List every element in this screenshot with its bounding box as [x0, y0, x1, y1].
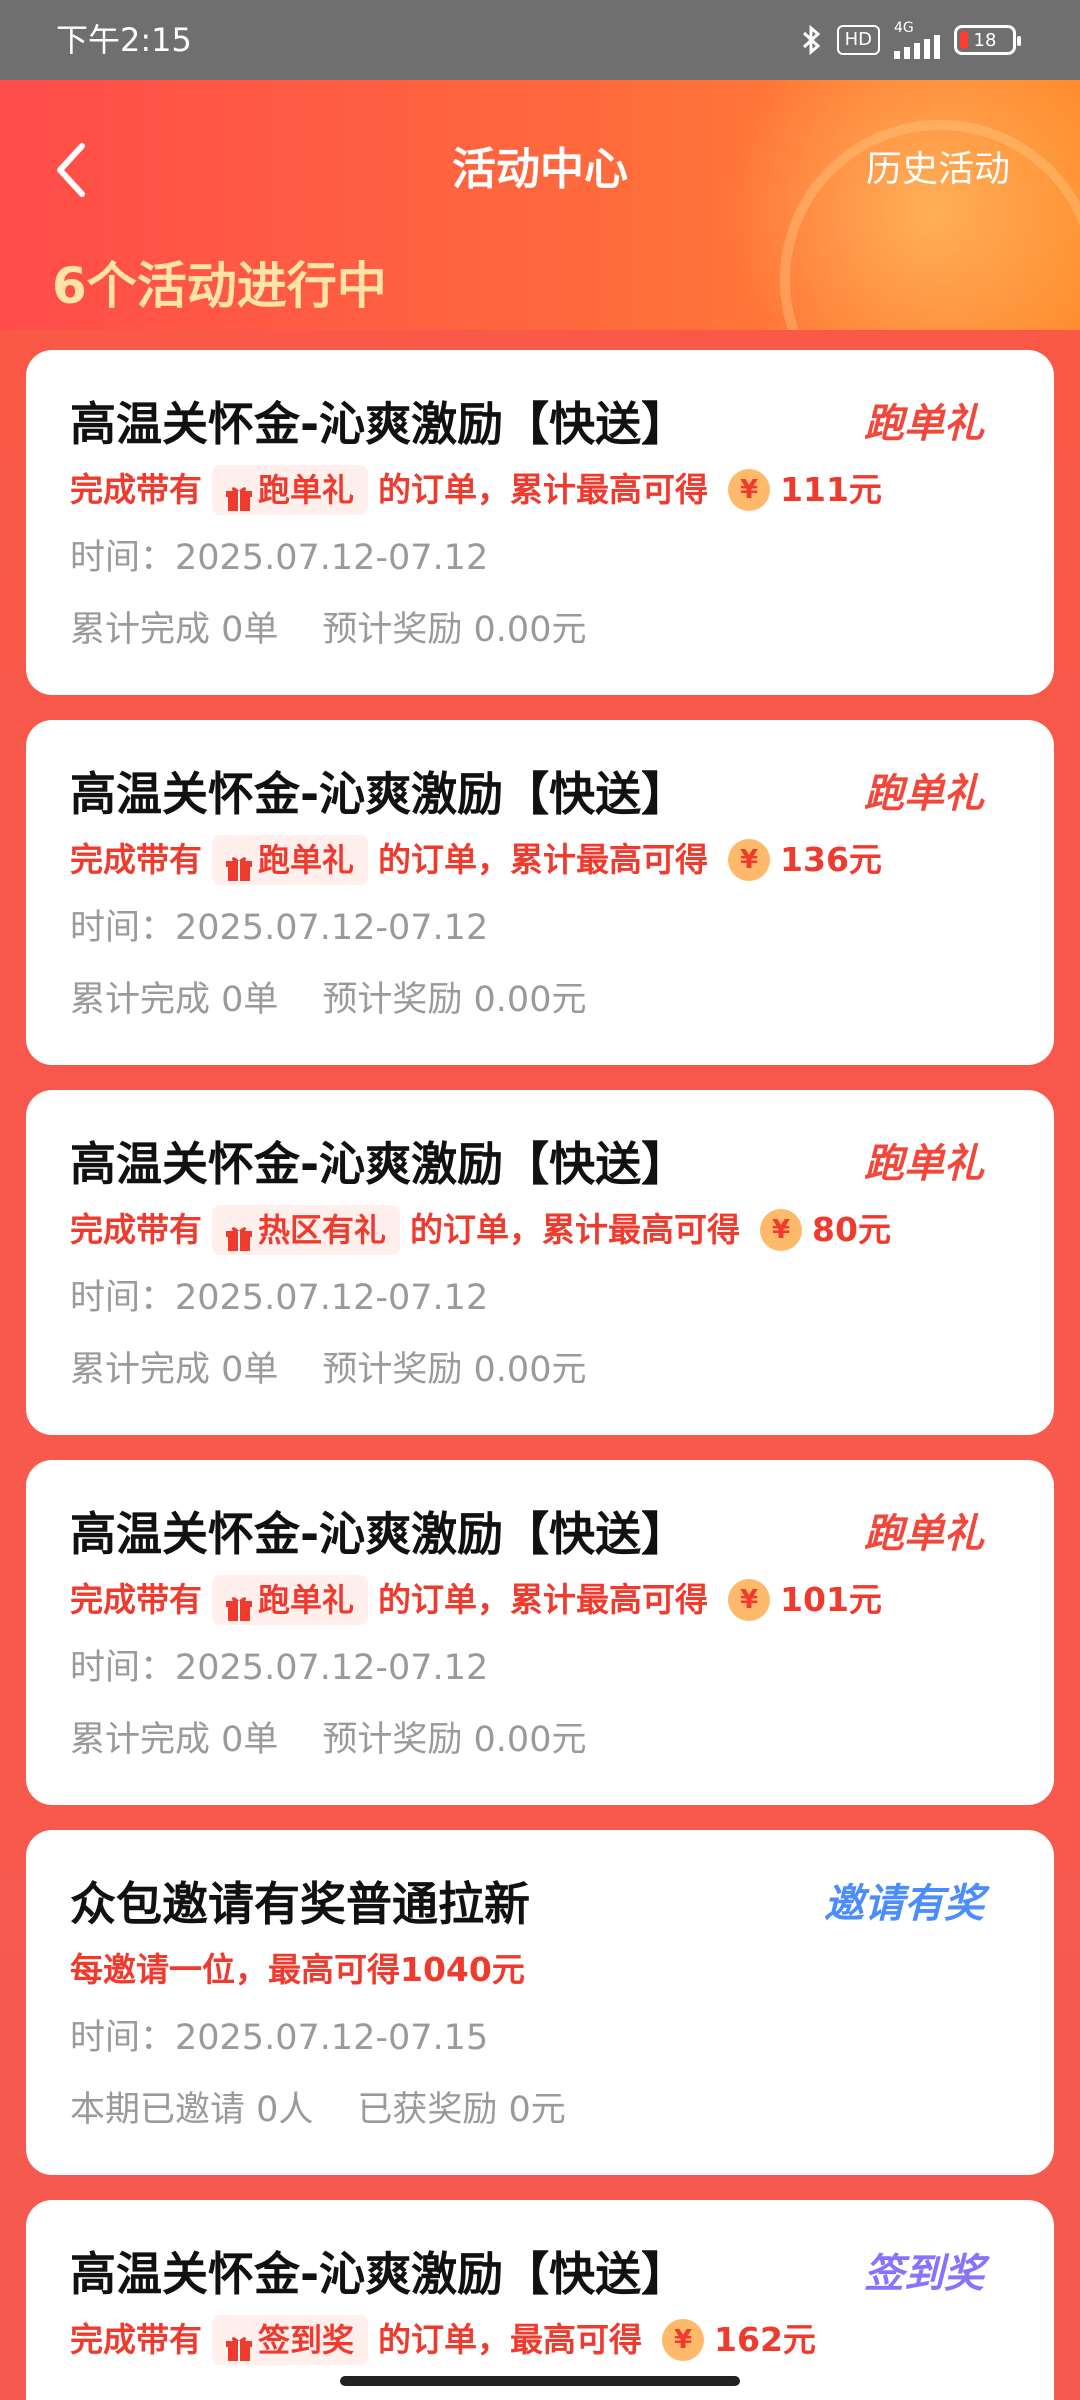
desc-prefix: 完成带有 — [70, 2320, 202, 2359]
activity-card[interactable]: 高温关怀金-沁爽激励【快送】 跑单礼 完成带有 跑单礼 的订单，累计最高可得 ¥… — [26, 350, 1054, 695]
chip-label: 跑单礼 — [258, 1581, 355, 1619]
battery-text: 18 — [973, 29, 997, 51]
signal-bars — [894, 35, 940, 59]
header: 活动中心 历史活动 6个活动进行中 — [0, 80, 1080, 330]
card-time: 时间：2025.07.12-07.12 — [70, 538, 489, 578]
card-stats: 累计完成 0单 预计奖励 0.00元 — [70, 976, 586, 1024]
card-stats: 累计完成 0单 预计奖励 0.00元 — [70, 1716, 586, 1764]
activity-card[interactable]: 高温关怀金-沁爽激励【快送】 跑单礼 完成带有 热区有礼 的订单，累计最高可得 … — [26, 1090, 1054, 1435]
card-title: 高温关怀金-沁爽激励【快送】 — [70, 2247, 688, 2301]
card-stats: 累计完成 0单 预计奖励 0.00元 — [70, 1346, 586, 1394]
gift-icon — [226, 1586, 252, 1621]
stat-reward: 预计奖励 0.00元 — [322, 1350, 587, 1390]
active-count: 6个活动进行中 — [52, 257, 387, 315]
desc-prefix: 完成带有 — [70, 470, 202, 509]
reward-chip: 热区有礼 — [212, 1205, 401, 1255]
card-title: 高温关怀金-沁爽激励【快送】 — [70, 397, 688, 451]
stat-reward: 预计奖励 0.00元 — [322, 1720, 587, 1760]
card-tag: 邀请有奖 — [824, 1881, 984, 1927]
gift-icon — [226, 476, 252, 511]
chip-label: 热区有礼 — [258, 1211, 387, 1249]
card-stats: 本期已邀请 0人 已获奖励 0元 — [70, 2086, 566, 2134]
card-tag: 签到奖 — [864, 2251, 984, 2297]
reward-amount: 80元 — [812, 1210, 891, 1249]
desc-middle: 的订单，累计最高可得 — [378, 840, 709, 879]
signal-icon: 4G — [894, 20, 940, 59]
card-title: 高温关怀金-沁爽激励【快送】 — [70, 1507, 688, 1561]
bluetooth-icon — [801, 22, 823, 58]
desc-text: 每邀请一位，最高可得1040元 — [70, 1950, 525, 1989]
reward-chip: 跑单礼 — [212, 1575, 369, 1625]
coin-icon: ¥ — [728, 839, 771, 881]
activity-card[interactable]: 高温关怀金-沁爽激励【快送】 签到奖 完成带有 签到奖 的订单，最高可得 ¥ 1… — [26, 2200, 1054, 2400]
reward-amount: 162元 — [714, 2320, 816, 2359]
card-title: 高温关怀金-沁爽激励【快送】 — [70, 767, 688, 821]
history-activities-link[interactable]: 历史活动 — [866, 146, 1010, 194]
card-time: 时间：2025.07.12-07.15 — [70, 2018, 489, 2058]
hd-icon: HD — [836, 25, 880, 55]
card-desc: 完成带有 签到奖 的订单，最高可得 ¥ 162元 — [70, 2314, 816, 2366]
card-desc: 完成带有 跑单礼 的订单，累计最高可得 ¥ 136元 — [70, 834, 882, 886]
card-desc: 完成带有 热区有礼 的订单，累计最高可得 ¥ 80元 — [70, 1204, 891, 1256]
desc-middle: 的订单，累计最高可得 — [378, 470, 709, 509]
activity-card[interactable]: 高温关怀金-沁爽激励【快送】 跑单礼 完成带有 跑单礼 的订单，累计最高可得 ¥… — [26, 1460, 1054, 1805]
card-desc: 每邀请一位，最高可得1040元 — [70, 1944, 525, 1996]
card-desc: 完成带有 跑单礼 的订单，累计最高可得 ¥ 111元 — [70, 464, 882, 516]
stat-reward: 预计奖励 0.00元 — [322, 610, 587, 650]
coin-icon: ¥ — [728, 1579, 771, 1621]
reward-amount: 101元 — [780, 1580, 882, 1619]
chip-label: 签到奖 — [258, 2321, 355, 2359]
stat-completed: 累计完成 0单 — [70, 980, 279, 1020]
stat-invited: 本期已邀请 0人 — [70, 2090, 314, 2130]
stat-completed: 累计完成 0单 — [70, 1720, 279, 1760]
desc-prefix: 完成带有 — [70, 840, 202, 879]
desc-middle: 的订单，最高可得 — [378, 2320, 643, 2359]
activity-card-invite[interactable]: 众包邀请有奖普通拉新 邀请有奖 每邀请一位，最高可得1040元 时间：2025.… — [26, 1830, 1054, 2175]
coin-icon: ¥ — [662, 2319, 705, 2361]
activity-card[interactable]: 高温关怀金-沁爽激励【快送】 跑单礼 完成带有 跑单礼 的订单，累计最高可得 ¥… — [26, 720, 1054, 1065]
card-title: 众包邀请有奖普通拉新 — [70, 1877, 530, 1931]
status-icons: HD 4G 18 — [801, 20, 1021, 59]
reward-chip: 跑单礼 — [212, 835, 369, 885]
gift-icon — [226, 2326, 252, 2361]
home-indicator[interactable] — [340, 2376, 740, 2386]
card-desc: 完成带有 跑单礼 的订单，累计最高可得 ¥ 101元 — [70, 1574, 882, 1626]
card-stats: 累计完成 0单 预计奖励 0.00元 — [70, 606, 586, 654]
stat-reward: 已获奖励 0元 — [357, 2090, 566, 2130]
network-label: 4G — [894, 20, 914, 36]
gift-icon — [226, 1216, 252, 1251]
card-tag: 跑单礼 — [864, 1141, 984, 1187]
stat-completed: 累计完成 0单 — [70, 1350, 279, 1390]
card-time: 时间：2025.07.12-07.12 — [70, 1648, 489, 1688]
battery-level — [960, 31, 968, 49]
card-tag: 跑单礼 — [864, 1511, 984, 1557]
stat-reward: 预计奖励 0.00元 — [322, 980, 587, 1020]
desc-prefix: 完成带有 — [70, 1580, 202, 1619]
reward-amount: 111元 — [780, 470, 882, 509]
card-time: 时间：2025.07.12-07.12 — [70, 908, 489, 948]
chip-label: 跑单礼 — [258, 841, 355, 879]
chip-label: 跑单礼 — [258, 471, 355, 509]
card-title: 高温关怀金-沁爽激励【快送】 — [70, 1137, 688, 1191]
desc-prefix: 完成带有 — [70, 1210, 202, 1249]
status-bar: 下午2:15 HD 4G 18 — [0, 0, 1080, 80]
status-time: 下午2:15 — [56, 21, 192, 59]
desc-middle: 的订单，累计最高可得 — [378, 1580, 709, 1619]
card-tag: 跑单礼 — [864, 401, 984, 447]
card-tag: 跑单礼 — [864, 771, 984, 817]
reward-chip: 跑单礼 — [212, 465, 369, 515]
coin-icon: ¥ — [760, 1209, 803, 1251]
card-time: 时间：2025.07.12-07.12 — [70, 1278, 489, 1318]
reward-amount: 136元 — [780, 840, 882, 879]
reward-chip: 签到奖 — [212, 2315, 369, 2365]
desc-middle: 的订单，累计最高可得 — [410, 1210, 741, 1249]
stat-completed: 累计完成 0单 — [70, 610, 279, 650]
battery-icon: 18 — [954, 25, 1021, 55]
coin-icon: ¥ — [728, 469, 771, 511]
gift-icon — [226, 846, 252, 881]
